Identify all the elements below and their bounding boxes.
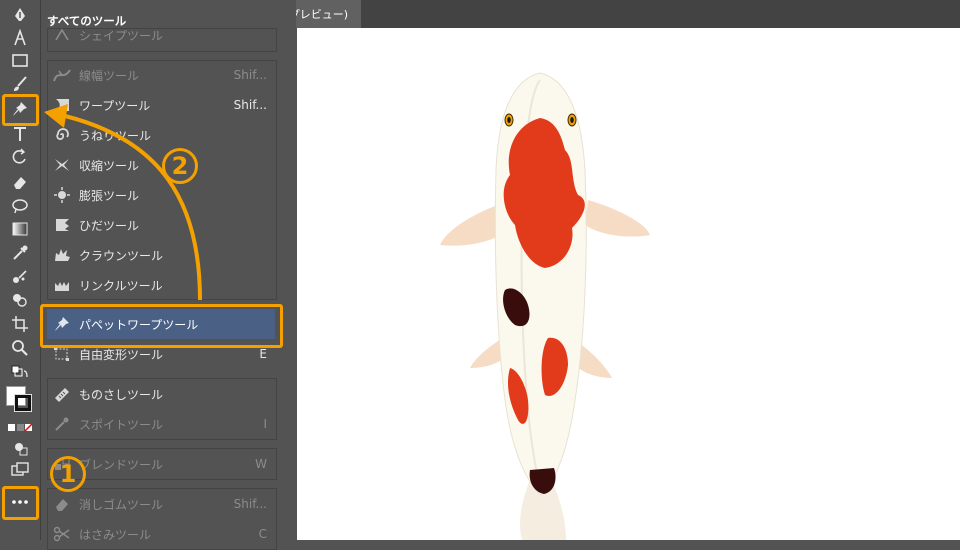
- step-badge-1: 1: [50, 456, 86, 492]
- koi-illustration: [440, 72, 650, 540]
- tool-shortcut: Shif...: [233, 98, 267, 112]
- gradient-tool-button[interactable]: [8, 219, 32, 239]
- tool-row-pucker[interactable]: 収縮ツール: [47, 151, 275, 179]
- tool-row-twirl[interactable]: うねりツール: [47, 121, 275, 149]
- tool-shortcut: Shif...: [233, 68, 267, 82]
- step-badge-2: 2: [162, 148, 198, 184]
- tool-row-scallop[interactable]: ひだツール: [47, 211, 275, 239]
- selection-tool-button[interactable]: [8, 6, 32, 26]
- tool-label: 膨張ツール: [79, 188, 140, 203]
- tool-row-eyedropper[interactable]: スポイトツール I: [47, 410, 275, 438]
- blend-tool-button[interactable]: [8, 267, 32, 287]
- zoom-icon: [12, 340, 28, 356]
- pen-tool-button[interactable]: [8, 28, 32, 48]
- eraser-icon: [51, 495, 73, 513]
- tool-row-wrinkle[interactable]: リンクルツール: [47, 271, 275, 299]
- rectangle-icon: [12, 54, 28, 67]
- type-tool-button[interactable]: [8, 124, 32, 144]
- tool-label: ものさしツール: [79, 387, 164, 402]
- artboard-canvas[interactable]: [297, 28, 960, 540]
- ruler-icon: [51, 385, 73, 403]
- tool-label: ブレンドツール: [79, 457, 164, 472]
- step-badge-2-label: 2: [171, 152, 189, 180]
- tool-row-width[interactable]: 線幅ツール Shif...: [47, 61, 275, 89]
- tool-row-crystallize[interactable]: クラウンツール: [47, 241, 275, 269]
- eraser-icon: [14, 177, 26, 189]
- crystallize-icon: [51, 246, 73, 264]
- tool-label: スポイトツール: [79, 417, 164, 432]
- tool-row-eraser[interactable]: 消しゴムツール Shif...: [47, 490, 275, 518]
- swap-colors-button[interactable]: [8, 364, 32, 384]
- tool-row-ruler[interactable]: ものさしツール: [47, 380, 275, 408]
- tool-label: ひだツール: [79, 218, 140, 233]
- artboard-icon: [12, 316, 28, 332]
- screen-mode-icon: [11, 462, 29, 476]
- width-icon: [51, 66, 73, 84]
- highlight-edit-toolbar: [2, 486, 39, 520]
- draw-mode-icon: [15, 443, 28, 456]
- tool-shortcut: Shif...: [233, 497, 267, 511]
- fill-stroke-swatches[interactable]: [6, 386, 34, 414]
- tool-label: 自由変形ツール: [79, 347, 164, 362]
- warp-icon: [51, 96, 73, 114]
- shape-builder-icon: [13, 294, 27, 307]
- shape-builder-tool-button[interactable]: [8, 290, 32, 310]
- tool-label: クラウンツール: [79, 248, 164, 263]
- pucker-icon: [51, 156, 73, 174]
- tool-label: 線幅ツール: [79, 68, 140, 83]
- gradient-icon: [12, 222, 28, 236]
- highlight-panel-puppet-warp: [40, 304, 283, 348]
- pen-icon: [14, 29, 26, 46]
- eyedropper-icon: [51, 415, 73, 433]
- brush-icon: [14, 76, 27, 91]
- tools-toolbar: [0, 0, 41, 540]
- color-mode-buttons[interactable]: [8, 418, 32, 438]
- tool-label: 消しゴムツール: [79, 497, 164, 512]
- tool-shortcut: C: [258, 527, 267, 541]
- tool-row-bloat[interactable]: 膨張ツール: [47, 181, 275, 209]
- tool-shortcut: I: [263, 417, 267, 431]
- color-none-gradient-icon: [8, 423, 32, 432]
- eraser-tool-button[interactable]: [8, 172, 32, 192]
- symbol-sprayer-icon: [13, 270, 27, 283]
- tool-row-scissors[interactable]: はさみツール C: [47, 520, 275, 548]
- shape-icon: [51, 26, 73, 44]
- lasso-icon: [12, 199, 28, 214]
- rectangle-tool-button[interactable]: [8, 51, 32, 71]
- stroke-swatch[interactable]: [14, 394, 32, 412]
- step-badge-1-label: 1: [59, 460, 77, 488]
- tool-row-warp[interactable]: ワープツール Shif...: [47, 91, 275, 119]
- highlight-toolbar-puppet-warp: [2, 94, 39, 126]
- tool-label: シェイプツール: [79, 28, 164, 43]
- tool-label: リンクルツール: [79, 278, 163, 293]
- drawing-mode-button[interactable]: [8, 438, 32, 458]
- type-icon: [14, 127, 26, 141]
- eyedropper-tool-button[interactable]: [8, 243, 32, 263]
- bloat-icon: [51, 186, 73, 204]
- rotate-tool-button[interactable]: [8, 147, 32, 167]
- lasso-tool-button[interactable]: [8, 196, 32, 216]
- wrinkle-icon: [51, 276, 73, 294]
- eyedropper-icon: [13, 245, 28, 260]
- tool-shortcut: W: [255, 457, 267, 471]
- tool-label: うねりツール: [79, 128, 152, 143]
- scallop-icon: [51, 216, 73, 234]
- tool-shortcut: E: [259, 347, 267, 361]
- scissors-icon: [51, 525, 73, 543]
- tool-label: ワープツール: [79, 98, 151, 113]
- pen-nib-icon: [15, 8, 25, 21]
- tool-row-shape[interactable]: シェイプツール: [47, 24, 275, 46]
- screen-mode-button[interactable]: [8, 460, 32, 480]
- swap-colors-icon: [11, 365, 28, 378]
- brush-tool-button[interactable]: [8, 74, 32, 94]
- zoom-tool-button[interactable]: [8, 338, 32, 358]
- rotate-icon: [12, 148, 26, 164]
- document-tab-bar: [279, 0, 960, 28]
- twirl-icon: [51, 126, 73, 144]
- artboard-tool-button[interactable]: [8, 314, 32, 334]
